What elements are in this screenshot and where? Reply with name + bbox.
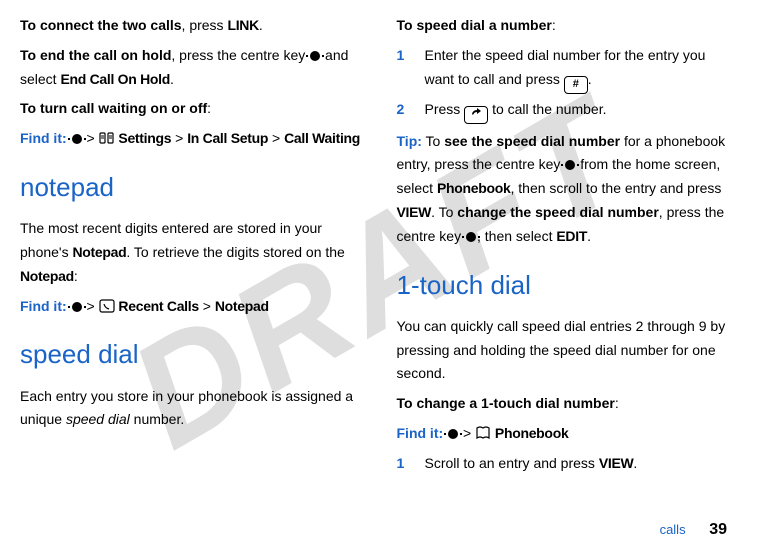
heading-speed-dial: speed dial (20, 332, 361, 376)
text-bold: To speed dial a number (397, 17, 552, 33)
footer-section-label: calls (660, 522, 686, 537)
softkey-edit: EDIT (556, 228, 587, 244)
menu-phonebook: Phonebook (495, 425, 569, 441)
menu-in-call-setup: In Call Setup (187, 130, 268, 146)
find-it-call-waiting: Find it: > Settings > In Call Setup > Ca… (20, 127, 361, 151)
step-number: 1 (397, 452, 415, 476)
find-it-label: Find it: (20, 130, 67, 146)
step-text: Press to call the number. (425, 98, 738, 124)
phonebook-icon (475, 426, 491, 440)
menu-phonebook: Phonebook (437, 180, 511, 196)
page-footer: calls 39 (660, 521, 727, 539)
text: To (422, 133, 444, 149)
gt: > (86, 298, 94, 314)
text: . (259, 17, 263, 33)
para-1touch-desc: You can quickly call speed dial entries … (397, 315, 738, 386)
menu-notepad: Notepad (215, 298, 269, 314)
text: . To (431, 204, 457, 220)
softkey-view: VIEW (397, 204, 432, 220)
step-number: 2 (397, 98, 415, 124)
centre-key-icon (466, 232, 476, 242)
text: . (633, 455, 637, 471)
step-text: Enter the speed dial number for the entr… (425, 44, 738, 94)
left-column: To connect the two calls, press LINK. To… (20, 8, 361, 480)
step-2: 2 Press to call the number. (397, 98, 738, 124)
step-text: Scroll to an entry and press VIEW. (425, 452, 738, 476)
footer-page-number: 39 (709, 521, 727, 538)
text: . (170, 71, 174, 87)
para-change-1touch: To change a 1-touch dial number: (397, 392, 738, 416)
text: . To retrieve the digits stored on the (126, 244, 344, 260)
para-speed-dial-number: To speed dial a number: (397, 14, 738, 38)
text: : (615, 395, 619, 411)
text: : (552, 17, 556, 33)
text: : (207, 100, 211, 116)
tip-label: Tip: (397, 133, 422, 149)
right-column: To speed dial a number: 1 Enter the spee… (397, 8, 738, 480)
centre-key-icon (448, 429, 458, 439)
text: Press (425, 101, 465, 117)
gt: > (463, 425, 471, 441)
softkey-view: VIEW (599, 455, 634, 471)
text: , then select (477, 228, 556, 244)
text-bold: To change a 1-touch dial number (397, 395, 615, 411)
find-it-label: Find it: (397, 425, 444, 441)
text-bold: To end the call on hold (20, 47, 171, 63)
text-bold: To connect the two calls (20, 17, 182, 33)
text: , then scroll to the entry and press (511, 180, 722, 196)
text-bold: see the speed dial number (444, 133, 620, 149)
text: : (74, 268, 78, 284)
gt: > (175, 130, 183, 146)
find-it-notepad: Find it: > Recent Calls > Notepad (20, 295, 361, 319)
softkey-link: LINK (227, 17, 258, 33)
page-columns: To connect the two calls, press LINK. To… (0, 0, 757, 480)
text-bold: To turn call waiting on or off (20, 100, 207, 116)
find-it-label: Find it: (20, 298, 67, 314)
centre-key-icon (565, 160, 575, 170)
step-number: 1 (397, 44, 415, 94)
text-italic: speed dial (66, 411, 130, 427)
gt: > (86, 130, 94, 146)
heading-notepad: notepad (20, 165, 361, 209)
para-notepad-desc: The most recent digits entered are store… (20, 217, 361, 288)
text: . (587, 228, 591, 244)
para-call-waiting-toggle: To turn call waiting on or off: (20, 97, 361, 121)
centre-key-icon (310, 51, 320, 61)
para-end-hold: To end the call on hold, press the centr… (20, 44, 361, 92)
text: . (588, 71, 592, 87)
menu-notepad: Notepad (20, 268, 74, 284)
text-bold: change the speed dial number (457, 204, 659, 220)
text: number. (130, 411, 184, 427)
para-connect-calls: To connect the two calls, press LINK. (20, 14, 361, 38)
text: , press (182, 17, 228, 33)
para-speed-dial-desc: Each entry you store in your phonebook i… (20, 385, 361, 433)
centre-key-icon (72, 302, 82, 312)
text: to call the number. (488, 101, 606, 117)
send-key-icon (464, 106, 488, 124)
gt: > (203, 298, 211, 314)
centre-key-icon (72, 134, 82, 144)
menu-recent-calls: Recent Calls (118, 298, 198, 314)
recent-calls-icon (99, 299, 115, 313)
heading-1-touch-dial: 1-touch dial (397, 263, 738, 307)
para-tip: Tip: To see the speed dial number for a … (397, 130, 738, 249)
menu-settings: Settings (118, 130, 171, 146)
settings-icon (99, 131, 115, 145)
text: , press the centre key (171, 47, 309, 63)
step-1b: 1 Scroll to an entry and press VIEW. (397, 452, 738, 476)
menu-call-waiting: Call Waiting (284, 130, 360, 146)
step-1: 1 Enter the speed dial number for the en… (397, 44, 738, 94)
gt: > (272, 130, 280, 146)
menu-notepad: Notepad (73, 244, 127, 260)
find-it-phonebook: Find it: > Phonebook (397, 422, 738, 446)
hash-key-icon: # (564, 76, 588, 94)
text: Scroll to an entry and press (425, 455, 599, 471)
menu-end-call-on-hold: End Call On Hold (60, 71, 170, 87)
